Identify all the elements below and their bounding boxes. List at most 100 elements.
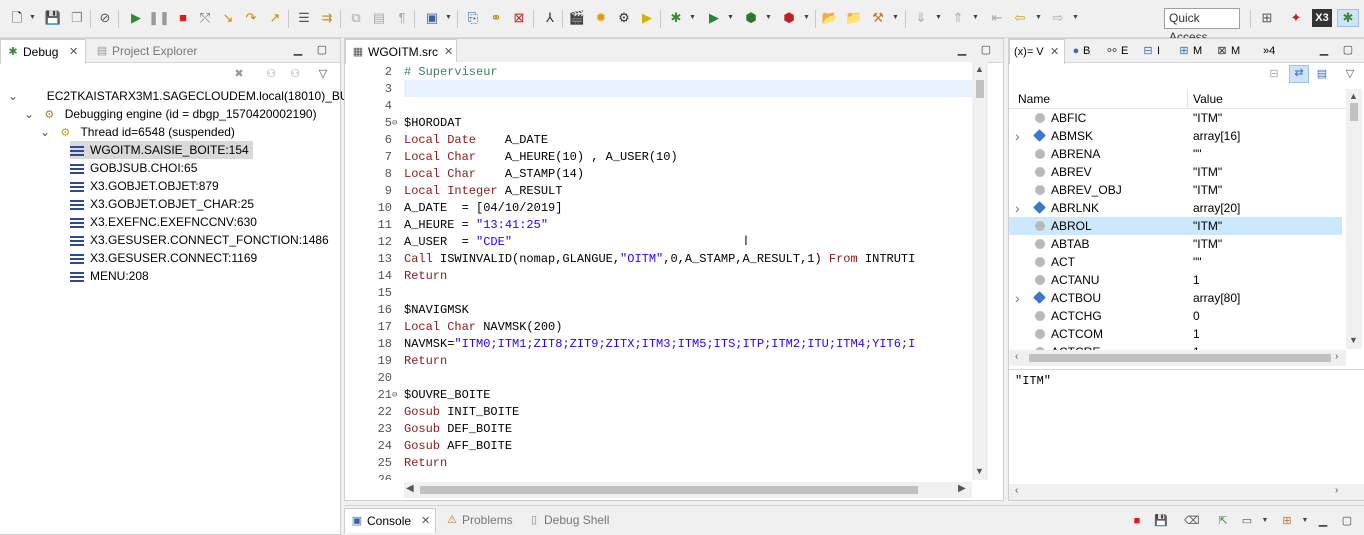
next-annotation-icon[interactable]: ⇓ (912, 9, 930, 27)
tab-console[interactable]: ▣ Console ✕ (344, 508, 436, 533)
close-icon[interactable]: ✕ (1050, 40, 1059, 64)
stack-frame[interactable]: X3.GESUSER.CONNECT_FONCTION:1486 (70, 231, 329, 249)
column-name[interactable]: Name (1018, 92, 1050, 106)
editor-horizontal-scrollbar[interactable]: ◀ ▶ (404, 482, 972, 498)
tree-thread[interactable]: ⌄ ⚙ Thread id=6548 (suspended) (40, 123, 235, 141)
stack-frame[interactable]: GOBJSUB.CHOI:65 (70, 159, 197, 177)
x3-perspective-icon[interactable]: ✦ (1287, 9, 1305, 27)
tab-problems[interactable]: ⚠ Problems (440, 508, 513, 532)
variable-row[interactable]: ABROL "ITM" (1009, 217, 1342, 235)
tab-wgoitm-src[interactable]: ▦ WGOITM.src ✕ (345, 39, 457, 64)
clear-console-icon[interactable]: ⌫ (1184, 514, 1200, 528)
variable-row[interactable]: ABREV "ITM" (1009, 163, 1342, 181)
debug-bug-icon[interactable]: ✱ (667, 9, 685, 27)
skip-breakpoints-icon[interactable]: ⊘ (96, 9, 114, 27)
chevron-down-icon[interactable]: ▼ (1072, 14, 1079, 21)
chevron-down-icon[interactable]: ▼ (727, 14, 734, 21)
variable-row[interactable]: › ABRLNK array[20] (1009, 199, 1342, 217)
stack-frame[interactable]: X3.EXEFNC.EXEFNCCNV:630 (70, 213, 257, 231)
variables-horizontal-scrollbar[interactable]: ‹ › (1009, 350, 1346, 366)
close-icon[interactable]: ✕ (421, 509, 430, 533)
stack-frame[interactable]: WGOITM.SAISIE_BOITE:154 (70, 141, 253, 159)
x3-button[interactable]: X3 (1312, 9, 1332, 27)
variables-vertical-scrollbar[interactable]: ▲ ▼ (1346, 89, 1362, 349)
variable-row[interactable]: › ACTBOU array[80] (1009, 289, 1342, 307)
variable-detail-pane[interactable]: "ITM" (1009, 369, 1364, 486)
tab-variables[interactable]: (x)= V ✕ (1009, 39, 1065, 64)
chevron-down-icon[interactable]: ▼ (765, 14, 772, 21)
variable-row[interactable]: ACTANU 1 (1009, 271, 1342, 289)
suspend-icon[interactable]: ❚❚ (148, 9, 170, 27)
variable-row[interactable]: ACTCOM 1 (1009, 325, 1342, 343)
variable-row[interactable]: › ABMSK array[16] (1009, 127, 1342, 145)
code-editor[interactable]: 2# Superviseur3# Gestion de la fenêtre O… (352, 62, 988, 480)
scroll-down-icon[interactable]: ▼ (975, 466, 984, 476)
open-folder-icon[interactable]: 📂 (821, 9, 839, 27)
variable-row[interactable]: ACT "" (1009, 253, 1342, 271)
chevron-down-icon[interactable]: ⌄ (8, 87, 22, 105)
chevron-right-icon[interactable]: › (1015, 127, 1025, 145)
maximize-icon[interactable]: ▢ (315, 43, 329, 57)
quick-access-input[interactable]: Quick Access (1164, 8, 1240, 44)
scroll-right-icon[interactable]: ▶ (958, 483, 966, 494)
stack-frame[interactable]: X3.GESUSER.CONNECT:1169 (70, 249, 257, 267)
step-return-icon[interactable]: ↗ (266, 9, 284, 27)
tab-memory[interactable]: ⊠ M (1215, 39, 1240, 63)
detail-horizontal-scrollbar[interactable]: ‹ › (1009, 484, 1364, 500)
toggle-mark-icon[interactable]: ⧉ (347, 9, 365, 27)
console-icon[interactable]: ▣ (423, 9, 441, 27)
resume-icon[interactable]: ▶ (127, 9, 145, 27)
display-console-icon[interactable]: ▭ (1240, 514, 1254, 528)
tab-overflow[interactable]: »4 (1259, 39, 1275, 63)
stack-frame[interactable]: X3.GOBJET.OBJET:879 (70, 177, 219, 195)
show-whitespace-icon[interactable]: ¶ (393, 9, 411, 27)
external-tools-icon[interactable]: ⬢ (780, 9, 798, 27)
minimize-icon[interactable]: ▁ (955, 43, 969, 57)
validate-icon[interactable]: ⊠ (510, 9, 528, 27)
debug-perspective-icon[interactable]: ✱ (1337, 9, 1359, 27)
connect-icon[interactable]: ⚇ (264, 67, 278, 81)
chevron-down-icon[interactable]: ▼ (892, 14, 899, 21)
scroll-up-icon[interactable]: ▲ (975, 64, 984, 74)
scroll-up-icon[interactable]: ▲ (1349, 91, 1358, 101)
tree-engine[interactable]: ⌄ ⚙ Debugging engine (id = dbgp_15704200… (24, 105, 317, 123)
wand-icon[interactable]: ⚒ (869, 9, 887, 27)
drop-to-frame-icon[interactable]: ☰ (295, 9, 313, 27)
maximize-icon[interactable]: ▢ (1341, 43, 1355, 57)
column-value[interactable]: Value (1193, 92, 1223, 106)
run-yellow-icon[interactable]: ▶ (638, 9, 656, 27)
close-icon[interactable]: ✕ (69, 40, 78, 64)
new-icon[interactable]: 🗋 (8, 9, 26, 27)
clapper-icon[interactable]: 🎬 (568, 9, 586, 27)
maximize-icon[interactable]: ▢ (1340, 514, 1354, 528)
run-icon[interactable]: ▶ (705, 9, 723, 27)
save-icon[interactable]: 💾 (44, 9, 62, 27)
scroll-left-icon[interactable]: ‹ (1015, 485, 1018, 496)
chevron-down-icon[interactable]: ⌄ (40, 123, 54, 141)
remove-all-terminated-icon[interactable]: ✖ (232, 67, 246, 81)
forward-icon[interactable]: ⇨ (1049, 9, 1067, 27)
scroll-down-icon[interactable]: ▼ (1349, 335, 1358, 345)
step-into-icon[interactable]: ↘ (219, 9, 237, 27)
variable-row[interactable]: ABRENA "" (1009, 145, 1342, 163)
variable-row[interactable]: ABTAB "ITM" (1009, 235, 1342, 253)
chevron-down-icon[interactable]: ▼ (972, 14, 979, 21)
stack-frame[interactable]: MENU:208 (70, 267, 149, 285)
tab-debug-shell[interactable]: ▯ Debug Shell (522, 508, 609, 532)
view-menu-icon[interactable]: ▽ (316, 67, 330, 81)
chevron-down-icon[interactable]: ⌄ (24, 105, 38, 123)
fold-toggle-icon[interactable]: ⊖ (392, 387, 397, 404)
settings-doc-icon[interactable]: ⚙ (615, 9, 633, 27)
coverage-icon[interactable]: ⬢ (742, 9, 760, 27)
minimize-icon[interactable]: ▁ (1316, 514, 1330, 528)
editor-vertical-scrollbar[interactable]: ▲ ▼ (972, 62, 988, 480)
prev-annotation-icon[interactable]: ⇑ (949, 9, 967, 27)
terminate-icon[interactable]: ■ (1130, 514, 1144, 528)
scroll-right-icon[interactable]: › (1335, 485, 1338, 496)
step-over-icon[interactable]: ↷ (242, 9, 260, 27)
collapse-all-icon[interactable]: ⊟ (1267, 67, 1281, 81)
disconnect-all-icon[interactable]: ⚇ (288, 67, 302, 81)
save-console-icon[interactable]: 💾 (1154, 514, 1168, 528)
tab-breakpoints[interactable]: ● B (1069, 39, 1091, 63)
chevron-down-icon[interactable]: ▼ (689, 14, 696, 21)
